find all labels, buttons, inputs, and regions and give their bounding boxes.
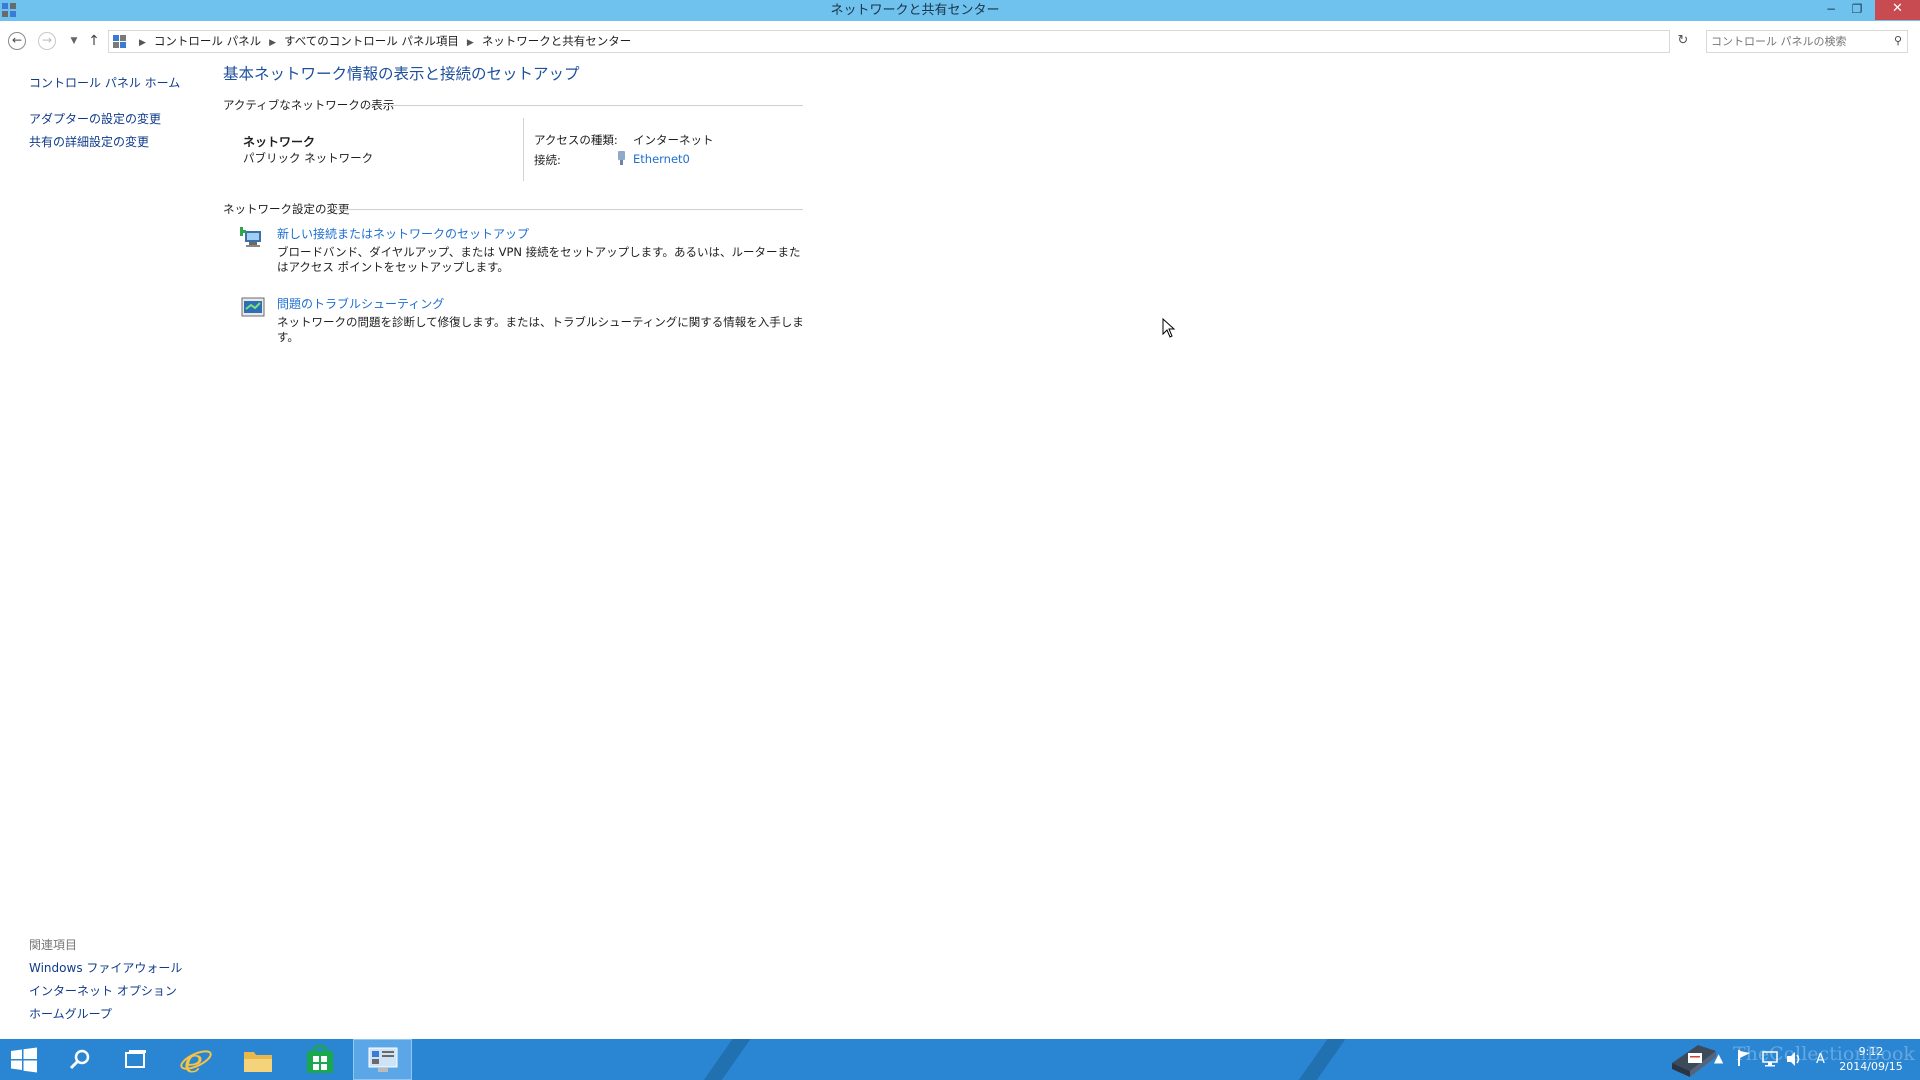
breadcrumb-control-panel[interactable]: コントロール パネル: [154, 34, 261, 48]
address-bar: ← → ▼ ↑ ▶ コントロール パネル ▶ すべてのコントロール パネル項目 ▶ ネット…: [0, 21, 1920, 60]
new-connection-icon: [240, 227, 261, 247]
page-title: 基本ネットワーク情報の表示と接続のセットアップ: [223, 65, 580, 83]
troubleshoot-icon: [241, 297, 265, 317]
action-center-icon[interactable]: [1738, 1050, 1750, 1080]
nav-adapter-settings-link[interactable]: アダプターの設定の変更: [29, 110, 161, 127]
start-button[interactable]: [0, 1039, 48, 1080]
chevron-up-icon: ▲: [1714, 1051, 1724, 1065]
chevron-right-icon[interactable]: ▶: [467, 38, 474, 48]
up-button[interactable]: ↑: [84, 31, 104, 51]
new-connection-link[interactable]: 新しい接続またはネットワークのセットアップ: [277, 225, 529, 242]
back-button[interactable]: ←: [8, 32, 26, 50]
divider: [336, 209, 803, 210]
troubleshoot-desc: ネットワークの問題を診断して修復します。または、トラブルシューティングに関する情…: [277, 315, 804, 344]
ethernet-icon: [618, 151, 625, 165]
network-icon: [1762, 1051, 1778, 1067]
connection-label: 接続:: [534, 153, 561, 167]
clock-time: 9:12: [1858, 1045, 1884, 1058]
clock[interactable]: 9:12 2014/09/15: [1826, 1044, 1916, 1074]
recent-locations-button[interactable]: ▼: [64, 31, 84, 51]
store-button[interactable]: [296, 1039, 344, 1080]
ethernet0-link[interactable]: Ethernet0: [633, 152, 690, 166]
search-icon: [69, 1049, 90, 1070]
see-also-homegroup[interactable]: ホームグループ: [29, 1005, 112, 1022]
ime-indicator[interactable]: A: [1816, 1052, 1825, 1080]
see-also-internet-options[interactable]: インターネット オプション: [29, 982, 177, 999]
control-panel-taskbar-button[interactable]: [353, 1039, 412, 1080]
store-icon: [307, 1044, 333, 1073]
file-explorer-button[interactable]: [234, 1039, 282, 1080]
svg-text:e: e: [184, 1043, 203, 1077]
internet-explorer-button[interactable]: e: [172, 1039, 220, 1080]
show-hidden-icons-button[interactable]: ▲: [1714, 1051, 1723, 1080]
speaker-icon: [1787, 1052, 1800, 1066]
search-input[interactable]: [1711, 33, 1881, 49]
taskbar-stripe: [1285, 1039, 1353, 1080]
control-panel-icon: [368, 1047, 397, 1072]
refresh-button[interactable]: ↻: [1672, 30, 1694, 51]
chevron-right-icon[interactable]: ▶: [139, 38, 146, 48]
see-also-title: 関連項目: [29, 938, 78, 952]
chevron-right-icon[interactable]: ▶: [269, 38, 276, 48]
close-button[interactable]: ✕: [1875, 0, 1920, 20]
see-also-firewall[interactable]: Windows ファイアウォール: [29, 959, 182, 976]
refresh-icon: ↻: [1677, 33, 1689, 48]
divider: [367, 105, 803, 106]
task-view-icon: [125, 1050, 146, 1068]
troubleshoot-link[interactable]: 問題のトラブルシューティング: [277, 295, 444, 312]
network-name: ネットワーク: [243, 135, 316, 149]
control-panel-icon: [113, 35, 126, 48]
folder-icon: [244, 1052, 272, 1072]
change-settings-header: ネットワーク設定の変更: [223, 202, 350, 216]
volume-tray-icon[interactable]: [1786, 1051, 1802, 1080]
arrow-up-icon: ↑: [88, 33, 100, 49]
path-box[interactable]: ▶ コントロール パネル ▶ すべてのコントロール パネル項目 ▶ ネットワークと共有セン…: [108, 30, 1764, 54]
breadcrumb-all-items[interactable]: すべてのコントロール パネル項目: [284, 34, 459, 48]
forward-button[interactable]: →: [38, 32, 56, 50]
access-type-value: インターネット: [633, 133, 714, 147]
notification-icon[interactable]: [1688, 1053, 1702, 1080]
arrow-right-icon: →: [41, 33, 53, 47]
breadcrumb-network-center[interactable]: ネットワークと共有センター: [482, 34, 632, 48]
window-title: ネットワークと共有センター: [830, 3, 1000, 18]
message-icon: [1688, 1053, 1702, 1063]
search-taskbar-button[interactable]: [56, 1039, 104, 1080]
search-box[interactable]: ⚲: [1706, 30, 1908, 53]
minimize-button[interactable]: −: [1818, 0, 1844, 20]
taskbar: e TheCollectionBook ▲ A 9:12 2014/09/15: [0, 1039, 1920, 1080]
network-category: パブリック ネットワーク: [243, 151, 374, 165]
restore-button[interactable]: ❐: [1844, 0, 1870, 20]
windows-logo-icon: [11, 1047, 37, 1073]
breadcrumb: ▶ コントロール パネル ▶ すべてのコントロール パネル項目 ▶ ネットワークと共有セン…: [131, 31, 631, 54]
clock-date: 2014/09/15: [1839, 1060, 1903, 1073]
nav-advanced-sharing-link[interactable]: 共有の詳細設定の変更: [29, 133, 149, 150]
network-tray-icon[interactable]: [1762, 1051, 1778, 1080]
nav-control-panel-home-link[interactable]: コントロール パネル ホーム: [29, 74, 180, 91]
flag-icon: [1738, 1050, 1750, 1066]
divider: [523, 118, 524, 181]
chevron-down-icon: ▼: [70, 36, 78, 46]
arrow-left-icon: ←: [11, 33, 23, 47]
taskbar-stripe: [690, 1039, 758, 1080]
mouse-cursor-icon: [1162, 318, 1176, 338]
access-type-label: アクセスの種類:: [534, 133, 618, 147]
new-connection-desc: ブロードバンド、ダイヤルアップ、または VPN 接続をセットアップします。あるい…: [277, 245, 801, 274]
title-bar: ネットワークと共有センター − ❐ ✕: [0, 0, 1920, 21]
task-view-button[interactable]: [112, 1039, 160, 1080]
search-icon[interactable]: ⚲: [1894, 34, 1902, 47]
internet-explorer-icon: e: [180, 1042, 212, 1080]
